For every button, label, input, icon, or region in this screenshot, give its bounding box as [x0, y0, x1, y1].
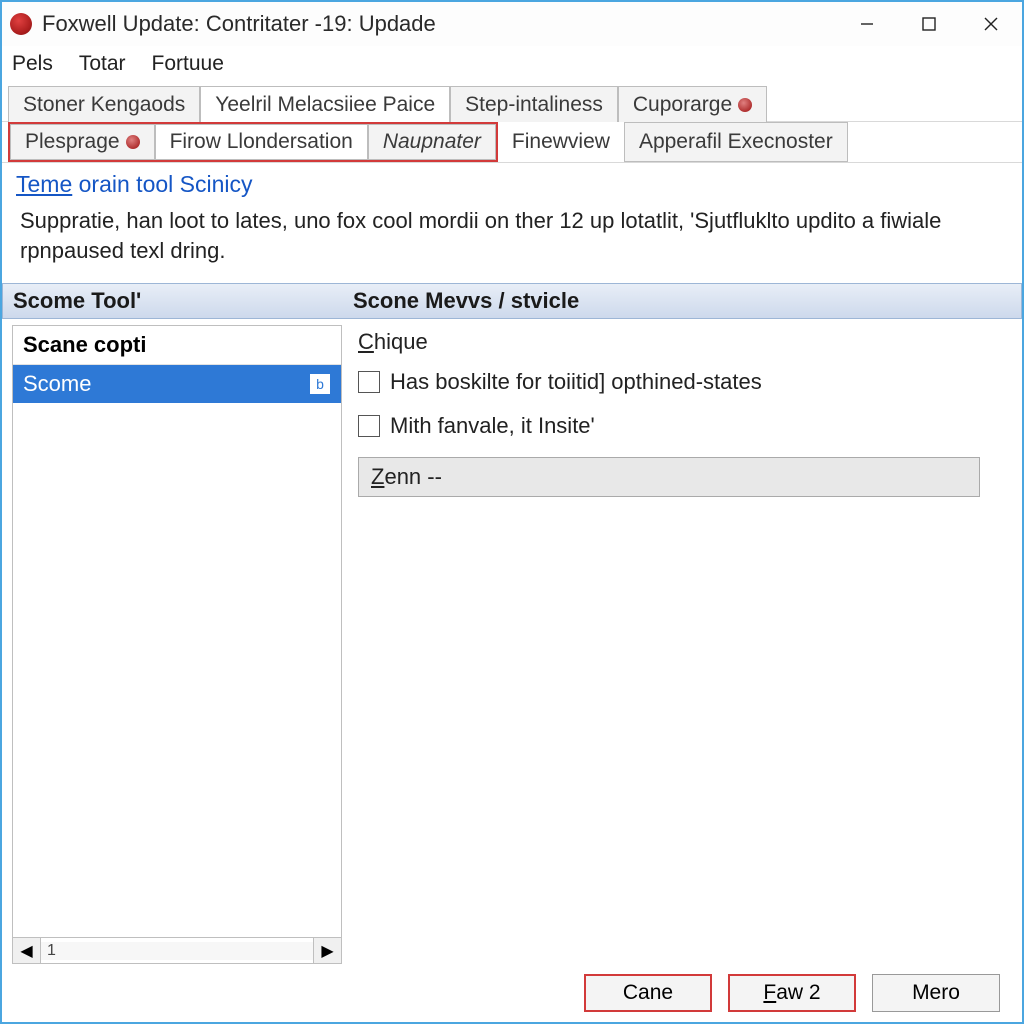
- button-label-rest: aw 2: [776, 981, 820, 1005]
- scroll-track[interactable]: 1: [41, 942, 313, 960]
- column-header-left: Scome Tool': [3, 284, 343, 318]
- tab-label: Naupnater: [383, 130, 481, 154]
- column-header-right: Scone Mevvs / stvicle: [343, 284, 1021, 318]
- tab-stoner-kengaods[interactable]: Stoner Kengaods: [8, 86, 200, 122]
- menubar: Pels Totar Fortuue: [2, 46, 1022, 82]
- tab-naupnater[interactable]: Naupnater: [368, 124, 496, 160]
- list-item-badge: b: [309, 373, 331, 395]
- tab-yeelril-melacsiiee[interactable]: Yeelril Melacsiiee Paice: [200, 86, 450, 122]
- section-heading-link[interactable]: Teme orain tool Scinicy: [16, 171, 253, 197]
- button-label: Mero: [912, 981, 960, 1005]
- titlebar: Foxwell Update: Contritater -19: Updade: [2, 2, 1022, 46]
- scroll-right-button[interactable]: ▶: [313, 938, 341, 963]
- section-description: Suppratie, han loot to lates, uno fox co…: [2, 200, 1022, 283]
- maximize-button[interactable]: [898, 2, 960, 46]
- horizontal-scrollbar[interactable]: ◀ 1 ▶: [13, 937, 341, 963]
- tab-plesprage[interactable]: Plesprage: [10, 124, 155, 160]
- tab-label: Plesprage: [25, 130, 120, 154]
- zenn-accel: Z: [371, 464, 384, 489]
- tab-label: Stoner Kengaods: [23, 93, 185, 116]
- window-controls: [836, 2, 1022, 46]
- menu-pels[interactable]: Pels: [12, 52, 53, 76]
- heading-accel: C: [358, 329, 374, 354]
- checkbox-1-label: Has boskilte for toiitid] opthined-state…: [390, 369, 762, 395]
- faw2-button[interactable]: Faw 2: [728, 974, 856, 1012]
- tab-firow-llondersation[interactable]: Firow Llondersation: [155, 124, 368, 160]
- zenn-rest: enn --: [384, 464, 441, 489]
- content-area: Teme orain tool Scinicy Suppratie, han l…: [2, 162, 1022, 1022]
- left-pane-empty: [13, 403, 341, 937]
- heading-rest: hique: [374, 329, 428, 354]
- maximize-icon: [921, 16, 937, 32]
- tab-apperafil-execnoster[interactable]: Apperafil Execnoster: [624, 122, 848, 162]
- section-heading: Teme orain tool Scinicy: [2, 163, 1022, 200]
- menu-fortuue[interactable]: Fortuue: [152, 52, 224, 76]
- tab-label: Yeelril Melacsiiee Paice: [215, 93, 435, 116]
- left-pane: Scane copti Scome b ◀ 1 ▶: [12, 325, 342, 964]
- heading-underlined: Teme: [16, 171, 72, 197]
- right-pane: Chique Has boskilte for toiitid] opthine…: [352, 325, 1012, 964]
- minimize-icon: [859, 16, 875, 32]
- app-window: Foxwell Update: Contritater -19: Updade …: [0, 0, 1024, 1024]
- tab-label: Cuporarge: [633, 93, 732, 116]
- checkbox-2-label: Mith fanvale, it Insite': [390, 413, 595, 439]
- tab-row-2: Plesprage Firow Llondersation Naupnater …: [2, 122, 1022, 162]
- list-item-label: Scome: [23, 371, 91, 397]
- close-icon: [983, 16, 999, 32]
- mero-button[interactable]: Mero: [872, 974, 1000, 1012]
- scroll-page-indicator: 1: [47, 942, 56, 960]
- minimize-button[interactable]: [836, 2, 898, 46]
- tab-finewview[interactable]: Finewview: [498, 122, 624, 162]
- highlight-box: Plesprage Firow Llondersation Naupnater: [8, 122, 498, 162]
- heading-rest: orain tool Scinicy: [72, 171, 252, 197]
- window-title: Foxwell Update: Contritater -19: Updade: [42, 11, 836, 37]
- button-label: Cane: [623, 981, 673, 1005]
- right-pane-heading: Chique: [358, 329, 1006, 355]
- tab-label: Firow Llondersation: [170, 130, 353, 154]
- checkbox-2[interactable]: [358, 415, 380, 437]
- app-icon: [10, 13, 32, 35]
- checkbox-row-1[interactable]: Has boskilte for toiitid] opthined-state…: [358, 369, 1006, 395]
- list-item-selected[interactable]: Scome b: [13, 365, 341, 403]
- scroll-left-button[interactable]: ◀: [13, 938, 41, 963]
- tab-row-1: Stoner Kengaods Yeelril Melacsiiee Paice…: [2, 82, 1022, 122]
- button-accel: F: [763, 981, 776, 1005]
- tab-label: Step-intaliness: [465, 93, 603, 116]
- zenn-field[interactable]: Zenn --: [358, 457, 980, 497]
- cane-button[interactable]: Cane: [584, 974, 712, 1012]
- left-pane-header: Scane copti: [13, 326, 341, 365]
- status-dot-icon: [738, 98, 752, 112]
- close-button[interactable]: [960, 2, 1022, 46]
- columns-header: Scome Tool' Scone Mevvs / stvicle: [2, 283, 1022, 319]
- tab-cuporarge[interactable]: Cuporarge: [618, 86, 767, 122]
- menu-totar[interactable]: Totar: [79, 52, 126, 76]
- checkbox-1[interactable]: [358, 371, 380, 393]
- tab-label: Finewview: [512, 130, 610, 154]
- tab-label: Apperafil Execnoster: [639, 130, 833, 154]
- status-dot-icon: [126, 135, 140, 149]
- panes-container: Scane copti Scome b ◀ 1 ▶ Chique Has bos…: [2, 319, 1022, 964]
- checkbox-row-2[interactable]: Mith fanvale, it Insite': [358, 413, 1006, 439]
- footer-buttons: Cane Faw 2 Mero: [2, 964, 1022, 1022]
- tab-step-intaliness[interactable]: Step-intaliness: [450, 86, 618, 122]
